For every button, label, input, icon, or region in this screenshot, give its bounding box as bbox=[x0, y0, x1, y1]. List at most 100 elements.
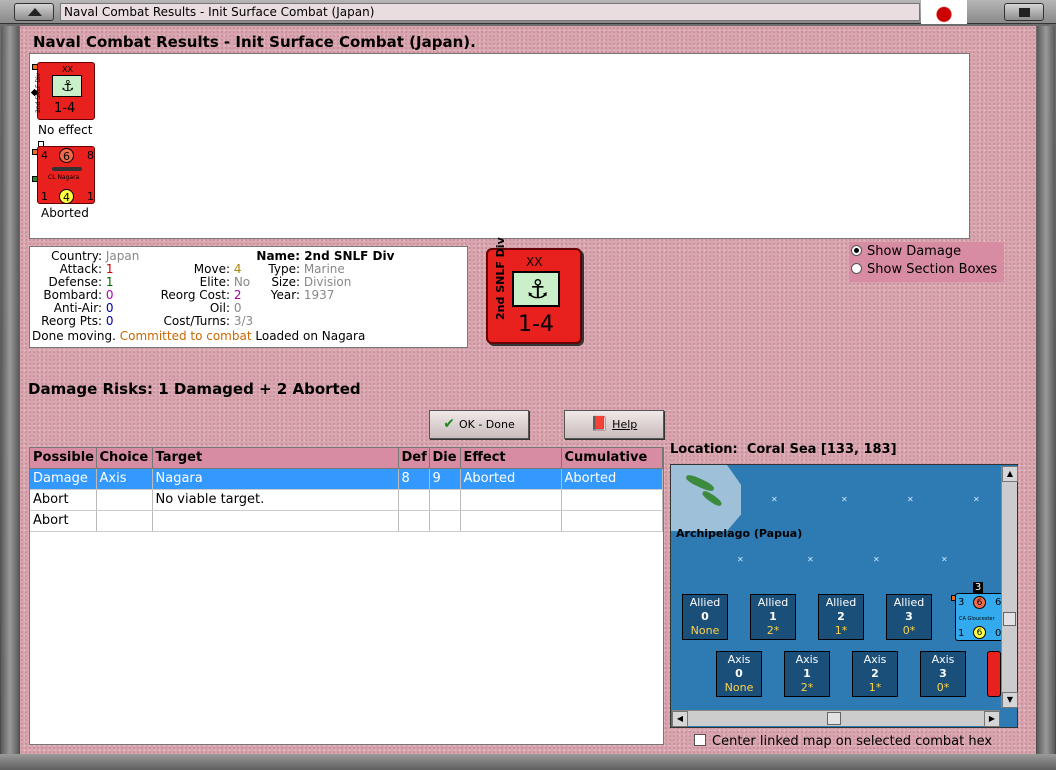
column-header[interactable]: Target bbox=[152, 448, 399, 469]
column-header[interactable]: Possible bbox=[30, 448, 97, 469]
table-cell: Axis bbox=[96, 468, 153, 490]
unit-caption: Aborted bbox=[41, 206, 89, 220]
unit-info-panel: Country: Japan Attack: 1 Defense: 1 Bomb… bbox=[29, 246, 468, 348]
radio-icon[interactable] bbox=[851, 263, 862, 274]
axis-unit-counter[interactable] bbox=[987, 651, 1001, 697]
wave-icon: ✕ bbox=[807, 555, 814, 564]
ok-done-button[interactable]: ✔ OK - Done bbox=[429, 410, 529, 439]
info-label: Reorg Pts: bbox=[41, 314, 102, 328]
column-header[interactable]: Effect bbox=[460, 448, 562, 469]
wave-icon: ✕ bbox=[771, 495, 778, 504]
book-icon: 📕 bbox=[590, 416, 609, 432]
unit-size-label: XX bbox=[62, 65, 73, 74]
help-button[interactable]: 📕 Help bbox=[564, 410, 664, 439]
wave-icon: ✕ bbox=[841, 495, 848, 504]
dialog-heading: Naval Combat Results - Init Surface Comb… bbox=[33, 33, 476, 51]
ship-value: 4 bbox=[59, 189, 74, 204]
info-label: Attack: bbox=[59, 262, 102, 276]
unit-size-label: XX bbox=[526, 255, 543, 269]
bombard-value: 0 bbox=[105, 288, 114, 302]
scroll-left-arrow-icon[interactable]: ◀ bbox=[672, 711, 688, 727]
cost-turns-value: 3/3 bbox=[233, 314, 254, 328]
show-damage-option[interactable]: Show Damage bbox=[851, 244, 961, 259]
year-value: 1937 bbox=[303, 288, 335, 302]
button-label: OK - Done bbox=[458, 418, 515, 431]
radio-selected-icon[interactable] bbox=[851, 245, 862, 256]
table-cell: No viable target. bbox=[152, 489, 399, 511]
axis-box[interactable]: Axis 3 0* bbox=[920, 651, 966, 697]
axis-box[interactable]: Axis 1 2* bbox=[784, 651, 830, 697]
button-label: Help bbox=[612, 418, 638, 431]
table-cell: Damage bbox=[30, 468, 97, 490]
option-label: Show Damage bbox=[867, 244, 962, 259]
ship-silhouette-icon bbox=[52, 167, 82, 171]
axis-box[interactable]: Axis 0 None bbox=[716, 651, 762, 697]
box-side: Axis bbox=[727, 653, 751, 666]
unit-caption: No effect bbox=[38, 123, 93, 137]
unit-counter-snlf[interactable]: XX ⚓ 2nd SNLF Div 1-4 bbox=[35, 62, 95, 120]
info-label: Move: bbox=[193, 262, 230, 276]
box-side: Allied bbox=[689, 596, 721, 609]
ship-value: 4 bbox=[41, 149, 48, 162]
axis-box[interactable]: Axis 2 1* bbox=[852, 651, 898, 697]
info-label: Country: bbox=[51, 249, 102, 263]
scroll-thumb[interactable] bbox=[827, 712, 841, 725]
minimize-button[interactable] bbox=[14, 3, 54, 21]
allied-box[interactable]: Allied 1 2* bbox=[750, 594, 796, 640]
table-cell bbox=[429, 510, 461, 532]
box-sub: 2* bbox=[800, 681, 814, 694]
center-map-checkbox[interactable]: Center linked map on selected combat hex bbox=[694, 734, 992, 749]
damage-risks: Damage Risks: 1 Damaged + 2 Aborted bbox=[28, 380, 361, 398]
anchor-icon: ⚓ bbox=[526, 275, 550, 305]
marine-symbol-icon: ⚓ bbox=[52, 75, 82, 97]
table-row[interactable]: Abort bbox=[30, 510, 663, 532]
show-section-boxes-option[interactable]: Show Section Boxes bbox=[851, 262, 997, 277]
unit-counter-nagara[interactable]: 4 6 8 CL Nagara 1 4 1 bbox=[37, 146, 95, 204]
table-header-row: Possible Choice Target Def Die Effect Cu… bbox=[30, 448, 663, 469]
table-cell bbox=[398, 489, 430, 511]
table-row[interactable]: Damage Axis Nagara 8 9 Aborted Aborted bbox=[30, 468, 663, 490]
scroll-up-arrow-icon[interactable]: ▲ bbox=[1002, 466, 1018, 482]
combat-map[interactable]: Archipelago (Papua) ✕ ✕ ✕ ✕ ✕ ✕ ✕ ✕ Alli… bbox=[670, 464, 1018, 728]
ship-name: CL Nagara bbox=[48, 174, 80, 181]
wave-icon: ✕ bbox=[737, 555, 744, 564]
allied-box[interactable]: Allied 2 1* bbox=[818, 594, 864, 640]
country-value: Japan bbox=[105, 249, 140, 263]
box-sub: 2* bbox=[766, 624, 780, 637]
table-row[interactable]: Abort No viable target. bbox=[30, 489, 663, 511]
scroll-right-arrow-icon[interactable]: ▶ bbox=[984, 711, 1000, 727]
allied-ship-counter[interactable]: 3 6 6 CA Gloucester 1 6 0 bbox=[955, 593, 1003, 641]
table-cell: Aborted bbox=[460, 468, 562, 490]
attack-value: 1 bbox=[105, 262, 114, 276]
column-header[interactable]: Def bbox=[398, 448, 430, 469]
scroll-down-arrow-icon[interactable]: ▼ bbox=[1002, 692, 1018, 708]
ship-value: 1 bbox=[958, 628, 965, 639]
defense-value: 1 bbox=[105, 275, 114, 289]
units-panel: XX ⚓ 2nd SNLF Div 1-4 No effect 4 6 8 CL… bbox=[29, 53, 970, 239]
location-label: Location: bbox=[670, 442, 738, 457]
allied-box[interactable]: Allied 3 0* bbox=[886, 594, 932, 640]
table-cell: Aborted bbox=[561, 468, 663, 490]
close-button[interactable] bbox=[1004, 3, 1044, 21]
checkbox-icon[interactable] bbox=[694, 734, 706, 746]
box-num: 1 bbox=[769, 610, 777, 623]
wave-icon: ✕ bbox=[973, 495, 980, 504]
right-frame bbox=[1037, 26, 1055, 754]
scroll-thumb[interactable] bbox=[1003, 612, 1016, 626]
ship-value: 8 bbox=[87, 149, 94, 162]
column-header[interactable]: Cumulative bbox=[561, 448, 663, 469]
box-side: Axis bbox=[795, 653, 819, 666]
table-cell bbox=[460, 510, 562, 532]
stack-count-badge: 3 bbox=[973, 582, 983, 593]
table-cell bbox=[398, 510, 430, 532]
column-header[interactable]: Die bbox=[429, 448, 461, 469]
selected-unit-counter: XX ⚓ 2nd SNLF Div 1-4 bbox=[486, 237, 582, 344]
column-header[interactable]: Choice bbox=[96, 448, 153, 469]
allied-box[interactable]: Allied 0 None bbox=[682, 594, 728, 640]
map-horizontal-scrollbar[interactable]: ◀ ▶ bbox=[672, 710, 1000, 727]
unit-side-label: 2nd SNLF Div bbox=[35, 72, 42, 113]
box-side: Allied bbox=[893, 596, 925, 609]
ship-value: 1 bbox=[87, 190, 94, 203]
map-vertical-scrollbar[interactable]: ▲ ▼ bbox=[1001, 466, 1018, 708]
status-text: Done moving. bbox=[32, 329, 116, 343]
